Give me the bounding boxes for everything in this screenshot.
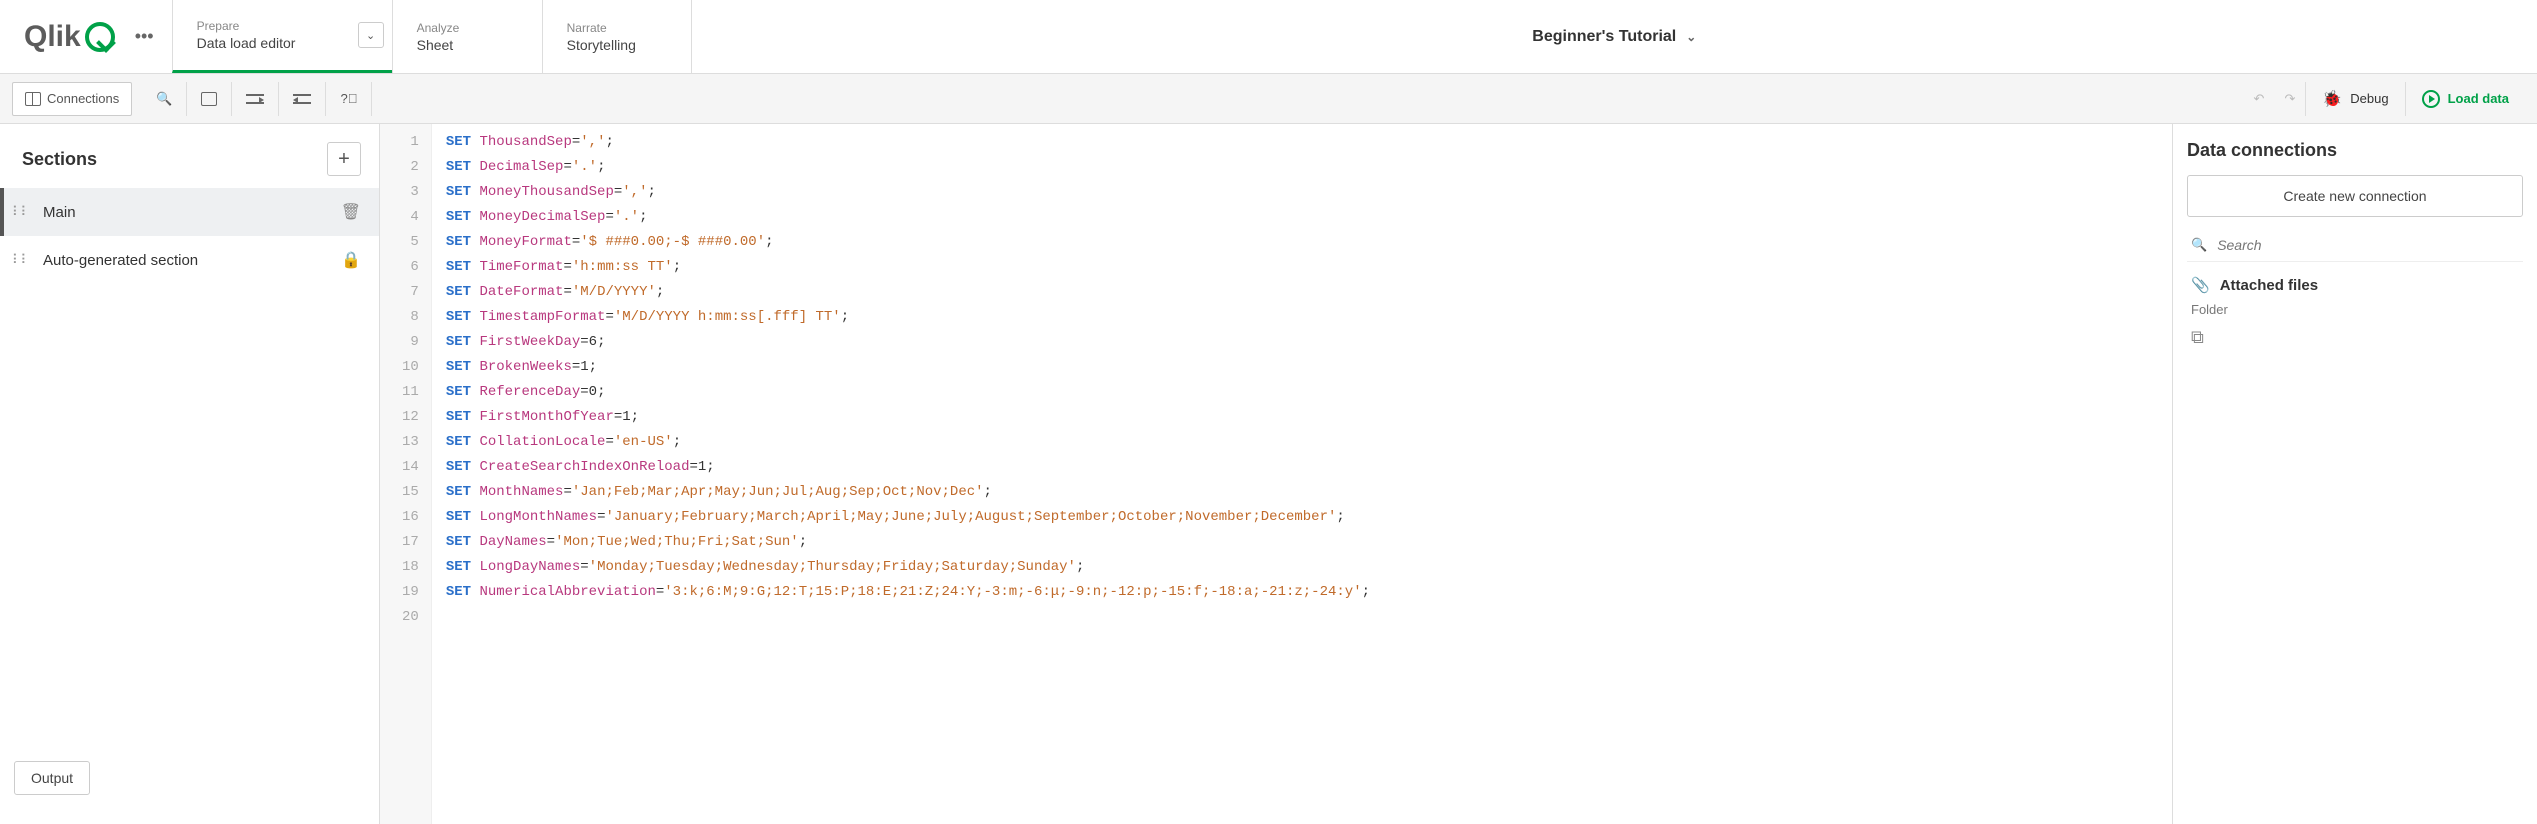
qlik-q-icon xyxy=(85,22,115,52)
sections-panel: Sections + Main 🗑 Auto-generated section… xyxy=(0,124,380,824)
comment-toggle-button[interactable] xyxy=(187,82,232,116)
delete-section-icon[interactable]: 🗑 xyxy=(341,202,361,222)
help-button[interactable]: ?⃝ xyxy=(326,82,372,116)
nav-tab-analyze[interactable]: Analyze Sheet xyxy=(392,0,542,73)
nav-small: Analyze xyxy=(417,21,518,35)
logo-area: Qlik ••• xyxy=(0,0,172,73)
create-connection-button[interactable]: Create new connection xyxy=(2187,175,2523,217)
indent-button[interactable] xyxy=(232,82,279,116)
sections-title: Sections xyxy=(22,149,97,170)
comment-icon xyxy=(201,92,217,106)
attached-files-header: 📎 Attached files xyxy=(2187,262,2523,300)
panel-icon xyxy=(25,92,41,106)
nav-big: Sheet xyxy=(417,37,518,53)
search-button[interactable]: 🔍 xyxy=(142,82,187,116)
play-icon xyxy=(2422,90,2440,108)
select-data-icon[interactable]: ⧉ xyxy=(2187,327,2523,348)
connections-button[interactable]: Connections xyxy=(12,82,132,116)
nav-tabs: Prepare Data load editor ⌄ Analyze Sheet… xyxy=(172,0,692,73)
load-data-button[interactable]: Load data xyxy=(2405,82,2525,116)
indent-icon xyxy=(246,92,264,106)
undo-button[interactable]: ↶ xyxy=(2244,91,2275,107)
help-icon: ?⃝ xyxy=(340,91,357,106)
connection-search[interactable]: 🔍 xyxy=(2187,229,2523,262)
chevron-down-icon: ⌄ xyxy=(1686,30,1696,44)
nav-tab-prepare[interactable]: Prepare Data load editor ⌄ xyxy=(172,0,392,73)
qlik-logo[interactable]: Qlik xyxy=(24,20,115,54)
data-connections-title: Data connections xyxy=(2187,140,2523,161)
main-area: Sections + Main 🗑 Auto-generated section… xyxy=(0,124,2537,824)
logo-text: Qlik xyxy=(24,20,81,54)
output-button[interactable]: Output xyxy=(14,761,90,795)
code-editor[interactable]: 1234567891011121314151617181920 SET Thou… xyxy=(380,124,2172,824)
section-item-main[interactable]: Main 🗑 xyxy=(0,188,379,236)
more-menu-icon[interactable]: ••• xyxy=(129,20,160,53)
data-connections-panel: Data connections Create new connection 🔍… xyxy=(2172,124,2537,824)
sections-header: Sections + xyxy=(0,124,379,188)
lock-icon: 🔒 xyxy=(341,250,361,270)
drag-handle-icon[interactable] xyxy=(12,204,29,220)
debug-button[interactable]: 🐞 Debug xyxy=(2305,82,2404,116)
section-item-autogen[interactable]: Auto-generated section 🔒 xyxy=(0,236,379,284)
nav-big: Data load editor xyxy=(197,35,368,51)
line-gutter: 1234567891011121314151617181920 xyxy=(380,124,432,824)
redo-button[interactable]: ↷ xyxy=(2274,91,2305,107)
prepare-dropdown-icon[interactable]: ⌄ xyxy=(358,22,384,48)
nav-tab-narrate[interactable]: Narrate Storytelling xyxy=(542,0,692,73)
load-label: Load data xyxy=(2448,91,2509,106)
attachment-icon: 📎 xyxy=(2191,276,2210,294)
drag-handle-icon[interactable] xyxy=(12,252,29,268)
code-content[interactable]: SET ThousandSep=',';SET DecimalSep='.';S… xyxy=(432,124,1384,824)
outdent-icon xyxy=(293,92,311,106)
toolbar: Connections 🔍 ?⃝ ↶ ↷ 🐞 Debug Load data xyxy=(0,74,2537,124)
bug-icon: 🐞 xyxy=(2322,89,2342,109)
app-title-text: Beginner's Tutorial xyxy=(1532,28,1676,46)
search-icon: 🔍 xyxy=(156,91,172,107)
debug-label: Debug xyxy=(2350,91,2388,106)
connection-search-input[interactable] xyxy=(2217,237,2519,253)
nav-small: Prepare xyxy=(197,19,368,33)
connections-label: Connections xyxy=(47,91,119,106)
search-icon: 🔍 xyxy=(2191,237,2207,253)
attached-files-label: Attached files xyxy=(2220,277,2318,294)
app-title-dropdown[interactable]: Beginner's Tutorial ⌄ xyxy=(692,0,2537,73)
nav-small: Narrate xyxy=(567,21,667,35)
outdent-button[interactable] xyxy=(279,82,326,116)
section-label: Main xyxy=(43,204,76,221)
app-header: Qlik ••• Prepare Data load editor ⌄ Anal… xyxy=(0,0,2537,74)
folder-label: Folder xyxy=(2187,300,2523,327)
nav-big: Storytelling xyxy=(567,37,667,53)
section-label: Auto-generated section xyxy=(43,252,198,269)
add-section-button[interactable]: + xyxy=(327,142,361,176)
